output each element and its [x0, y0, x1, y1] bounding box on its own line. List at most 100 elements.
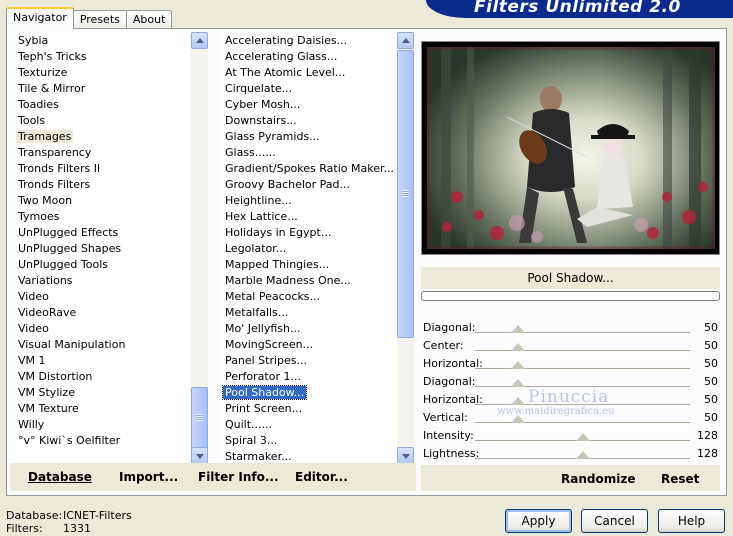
- category-item[interactable]: Variations: [12, 273, 190, 289]
- import-button[interactable]: Import...: [119, 470, 178, 484]
- filter-item[interactable]: Accelerating Glass...: [219, 49, 397, 65]
- category-item[interactable]: VM 1: [12, 353, 190, 369]
- parameter-slider[interactable]: [475, 361, 690, 371]
- category-item[interactable]: Video: [12, 289, 190, 305]
- apply-button[interactable]: Apply: [505, 509, 572, 533]
- filter-item[interactable]: At The Atomic Level...: [219, 65, 397, 81]
- filter-item[interactable]: Glass......: [219, 145, 397, 161]
- filter-label: Cyber Mosh...: [225, 98, 301, 111]
- tab-navigator[interactable]: Navigator: [6, 7, 74, 29]
- filter-item[interactable]: Cyber Mosh...: [219, 97, 397, 113]
- filter-item[interactable]: Mo' Jellyfish...: [219, 321, 397, 337]
- category-item[interactable]: Tymoes: [12, 209, 190, 225]
- filter-item[interactable]: Accelerating Daisies...: [219, 33, 397, 49]
- filter-item[interactable]: Quilt......: [219, 417, 397, 433]
- filter-item[interactable]: Metal Peacocks...: [219, 289, 397, 305]
- filter-item[interactable]: Gradient/Spokes Ratio Maker...: [219, 161, 397, 177]
- category-label: UnPlugged Effects: [18, 226, 119, 239]
- scroll-thumb[interactable]: [397, 50, 414, 338]
- category-item[interactable]: Visual Manipulation: [12, 337, 190, 353]
- filter-item[interactable]: Cirquelate...: [219, 81, 397, 97]
- category-item[interactable]: Tronds Filters II: [12, 161, 190, 177]
- category-item[interactable]: Tronds Filters: [12, 177, 190, 193]
- reset-button[interactable]: Reset: [661, 472, 699, 486]
- database-button[interactable]: Database: [28, 470, 92, 484]
- tab-about[interactable]: About: [125, 10, 173, 29]
- tab-presets[interactable]: Presets: [72, 10, 127, 29]
- category-item[interactable]: VM Stylize: [12, 385, 190, 401]
- filters-count-label: Filters:: [6, 522, 43, 535]
- filter-item[interactable]: Marble Madness One...: [219, 273, 397, 289]
- category-item[interactable]: Tile & Mirror: [12, 81, 190, 97]
- filter-item[interactable]: Heightline...: [219, 193, 397, 209]
- slider-thumb[interactable]: [575, 433, 590, 441]
- filter-scrollbar[interactable]: [397, 32, 414, 464]
- filter-item[interactable]: Mapped Thingies...: [219, 257, 397, 273]
- help-button[interactable]: Help: [658, 509, 725, 533]
- parameter-slider[interactable]: [475, 451, 690, 461]
- category-item[interactable]: Transparency: [12, 145, 190, 161]
- filter-item[interactable]: Hex Lattice...: [219, 209, 397, 225]
- category-item[interactable]: VideoRave: [12, 305, 190, 321]
- filter-item[interactable]: Perforator 1...: [219, 369, 397, 385]
- filter-label: Spiral 3...: [225, 434, 278, 447]
- category-item[interactable]: Video: [12, 321, 190, 337]
- scroll-down-button[interactable]: [191, 447, 208, 464]
- category-item[interactable]: Sybia: [12, 33, 190, 49]
- parameter-slider[interactable]: [475, 325, 690, 335]
- category-item[interactable]: UnPlugged Effects: [12, 225, 190, 241]
- category-label: Visual Manipulation: [18, 338, 126, 351]
- category-item[interactable]: UnPlugged Tools: [12, 257, 190, 273]
- filter-info-button[interactable]: Filter Info...: [198, 470, 279, 484]
- chevron-down-icon: [402, 454, 410, 459]
- slider-thumb[interactable]: [511, 343, 525, 351]
- filter-item[interactable]: Panel Stripes...: [219, 353, 397, 369]
- category-list[interactable]: Sybia Teph's Tricks Texturize Tile & Mirror…: [12, 32, 190, 462]
- filter-item[interactable]: Metalfalls...: [219, 305, 397, 321]
- slider-thumb[interactable]: [511, 361, 525, 369]
- category-item[interactable]: Toadies: [12, 97, 190, 113]
- filter-item[interactable]: Legolator...: [219, 241, 397, 257]
- filter-item[interactable]: Print Screen...: [219, 401, 397, 417]
- category-item[interactable]: °v° Kiwi`s Oelfilter: [12, 433, 190, 449]
- filter-item[interactable]: Downstairs...: [219, 113, 397, 129]
- parameter-value: 50: [704, 321, 718, 334]
- filter-item[interactable]: Starmaker...: [219, 449, 397, 462]
- filter-item[interactable]: Pool Shadow...: [219, 385, 397, 401]
- tab-strip: Navigator Presets About: [6, 7, 173, 29]
- parameter-slider[interactable]: [475, 343, 690, 353]
- filter-list[interactable]: Accelerating Daisies... Accelerating Glas…: [219, 32, 397, 462]
- parameter-slider[interactable]: [475, 433, 690, 443]
- category-item[interactable]: Texturize: [12, 65, 190, 81]
- filter-label: Downstairs...: [225, 114, 297, 127]
- slider-thumb[interactable]: [511, 397, 525, 405]
- category-item[interactable]: Tools: [12, 113, 190, 129]
- filter-item[interactable]: Spiral 3...: [219, 433, 397, 449]
- filter-item[interactable]: Glass Pyramids...: [219, 129, 397, 145]
- category-item[interactable]: VM Distortion: [12, 369, 190, 385]
- slider-thumb[interactable]: [511, 325, 525, 333]
- category-item[interactable]: VM Texture: [12, 401, 190, 417]
- category-label: Video: [18, 290, 49, 303]
- grip-icon: [402, 190, 409, 197]
- category-item[interactable]: UnPlugged Shapes: [12, 241, 190, 257]
- filter-item[interactable]: Holidays in Egypt...: [219, 225, 397, 241]
- filter-item[interactable]: Groovy Bachelor Pad...: [219, 177, 397, 193]
- randomize-button[interactable]: Randomize: [561, 472, 635, 486]
- category-scrollbar[interactable]: [191, 32, 208, 464]
- category-item[interactable]: Teph's Tricks: [12, 49, 190, 65]
- scroll-up-button[interactable]: [397, 32, 414, 49]
- scroll-down-button[interactable]: [397, 447, 414, 464]
- editor-button[interactable]: Editor...: [295, 470, 348, 484]
- scroll-thumb[interactable]: [191, 387, 208, 449]
- category-item[interactable]: Willy: [12, 417, 190, 433]
- category-item[interactable]: Tramages: [12, 129, 190, 145]
- filter-item[interactable]: MovingScreen...: [219, 337, 397, 353]
- scroll-up-button[interactable]: [191, 32, 208, 49]
- slider-thumb[interactable]: [511, 379, 525, 387]
- cancel-button[interactable]: Cancel: [581, 509, 648, 533]
- parameter-slider[interactable]: [475, 415, 690, 425]
- database-status-label: Database:: [6, 509, 63, 522]
- category-item[interactable]: Two Moon: [12, 193, 190, 209]
- slider-thumb[interactable]: [575, 451, 590, 459]
